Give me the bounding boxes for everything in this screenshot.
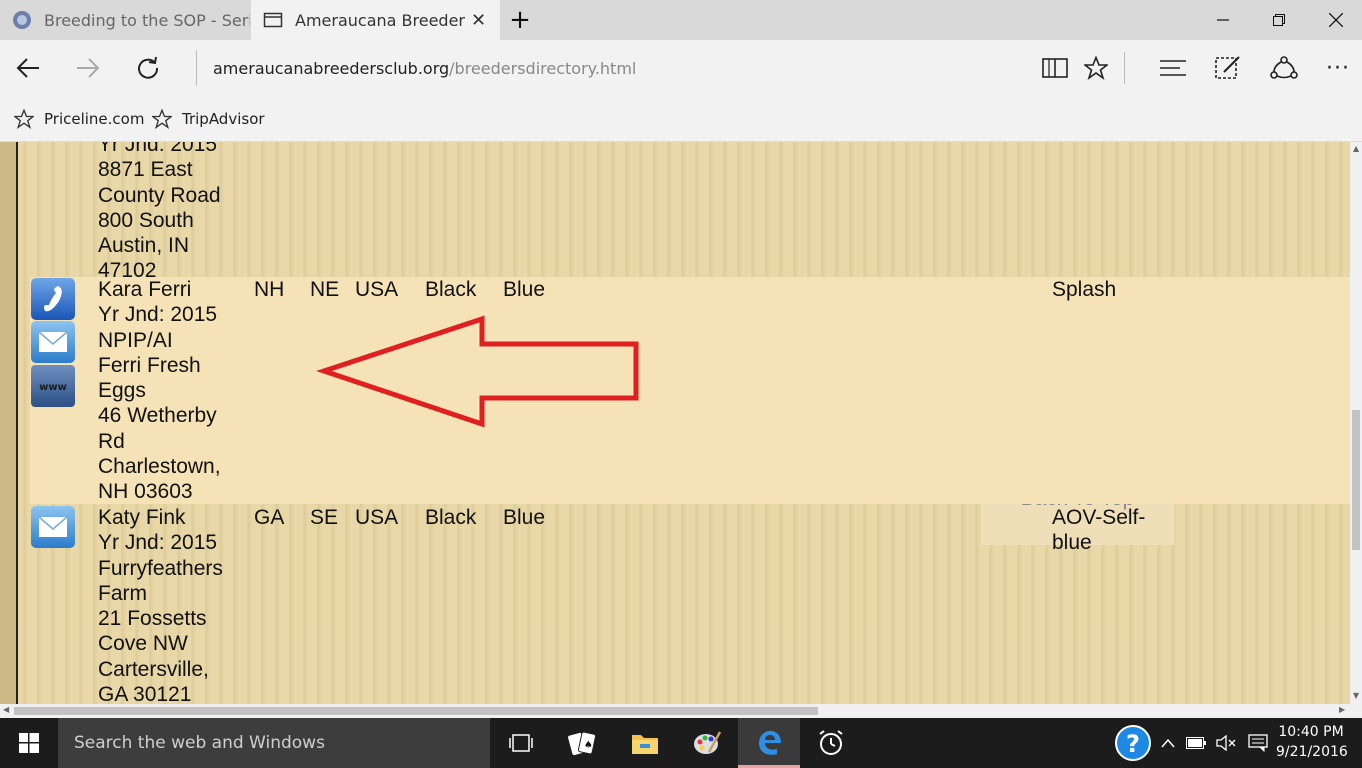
- alarm-clock-icon[interactable]: [800, 718, 862, 768]
- vertical-scrollbar[interactable]: ▲ ▼: [1350, 142, 1362, 704]
- vertical-scroll-thumb[interactable]: [1352, 410, 1360, 550]
- favorite-priceline[interactable]: Priceline.com: [14, 96, 144, 142]
- tab-ameraucana[interactable]: Ameraucana Breeders C ✕: [251, 0, 500, 40]
- red-arrow-annotation: [316, 315, 639, 428]
- address-domain: ameraucanabreedersclub.org: [213, 58, 450, 78]
- clock-time: 10:40 PM: [1278, 724, 1344, 740]
- search-placeholder: Search the web and Windows: [74, 733, 325, 753]
- clock-date: 9/21/2016: [1276, 744, 1348, 760]
- tab-close-icon[interactable]: ✕: [471, 10, 486, 31]
- favorite-label: TripAdvisor: [182, 110, 265, 128]
- favorite-tripadvisor[interactable]: TripAdvisor: [152, 96, 265, 142]
- help-icon[interactable]: ?: [1110, 718, 1156, 768]
- svg-text:?: ?: [1126, 730, 1140, 758]
- solitaire-cards-icon[interactable]: ♠: [552, 718, 614, 768]
- windows-taskbar: Search the web and Windows ♠ ? 10:40 PM …: [0, 718, 1362, 768]
- favorite-star-icon[interactable]: [1076, 48, 1116, 88]
- reading-view-icon[interactable]: [1035, 48, 1075, 88]
- more-menu-icon[interactable]: ···: [1318, 48, 1358, 88]
- battery-icon[interactable]: [1182, 718, 1210, 768]
- tab-breeding-sop[interactable]: Breeding to the SOP - Serio: [0, 0, 250, 40]
- svg-text:♠: ♠: [584, 740, 593, 751]
- minimize-icon[interactable]: [1195, 0, 1251, 40]
- edge-browser-icon[interactable]: [738, 718, 800, 768]
- refresh-icon[interactable]: [128, 48, 168, 88]
- horizontal-scrollbar[interactable]: ◀ ▶: [0, 704, 1362, 718]
- scroll-left-icon[interactable]: ◀: [3, 705, 9, 714]
- scroll-up-icon[interactable]: ▲: [1353, 144, 1359, 153]
- hub-icon[interactable]: [1153, 48, 1193, 88]
- chevron-up-icon[interactable]: [1156, 718, 1180, 768]
- favorite-star-icon: [152, 109, 172, 129]
- windows-start-icon[interactable]: [0, 718, 58, 768]
- volume-muted-icon[interactable]: [1212, 718, 1242, 768]
- file-explorer-icon[interactable]: [614, 718, 676, 768]
- paint-palette-icon[interactable]: [676, 718, 738, 768]
- address-bar[interactable]: ameraucanabreedersclub.org/breedersdirec…: [196, 50, 1016, 86]
- page-icon: [263, 10, 283, 30]
- address-path: /breedersdirectory.html: [449, 58, 637, 78]
- globe-icon: [12, 10, 32, 30]
- favorite-label: Priceline.com: [44, 110, 145, 128]
- tab-title: Ameraucana Breeders C: [295, 10, 465, 30]
- favorite-star-icon: [14, 109, 34, 129]
- new-tab-icon[interactable]: +: [492, 0, 548, 40]
- toolbar-divider: [1124, 52, 1125, 84]
- navigation-bar: ameraucanabreedersclub.org/breedersdirec…: [0, 40, 1362, 96]
- restore-icon[interactable]: [1251, 0, 1307, 40]
- share-icon[interactable]: [1264, 48, 1304, 88]
- forward-arrow-icon[interactable]: [68, 48, 108, 88]
- favorites-bar: Priceline.com TripAdvisor: [0, 96, 1362, 142]
- taskbar-search-box[interactable]: Search the web and Windows: [58, 718, 490, 768]
- task-view-icon[interactable]: [490, 718, 552, 768]
- horizontal-scroll-thumb[interactable]: [14, 707, 818, 715]
- tab-title: Breeding to the SOP - Serio: [44, 10, 250, 30]
- scroll-right-icon[interactable]: ▶: [1339, 705, 1345, 714]
- scroll-down-icon[interactable]: ▼: [1353, 691, 1359, 700]
- back-arrow-icon[interactable]: [8, 48, 48, 88]
- notifications-icon[interactable]: [1244, 718, 1272, 768]
- browser-tab-bar: Breeding to the SOP - Serio Ameraucana B…: [0, 0, 1362, 40]
- web-note-icon[interactable]: [1208, 48, 1248, 88]
- page-content: Yr Jnd: 2015 8871 East County Road 800 S…: [0, 142, 1350, 704]
- system-clock[interactable]: 10:40 PM 9/21/2016: [1276, 722, 1348, 762]
- close-window-icon[interactable]: [1308, 0, 1362, 40]
